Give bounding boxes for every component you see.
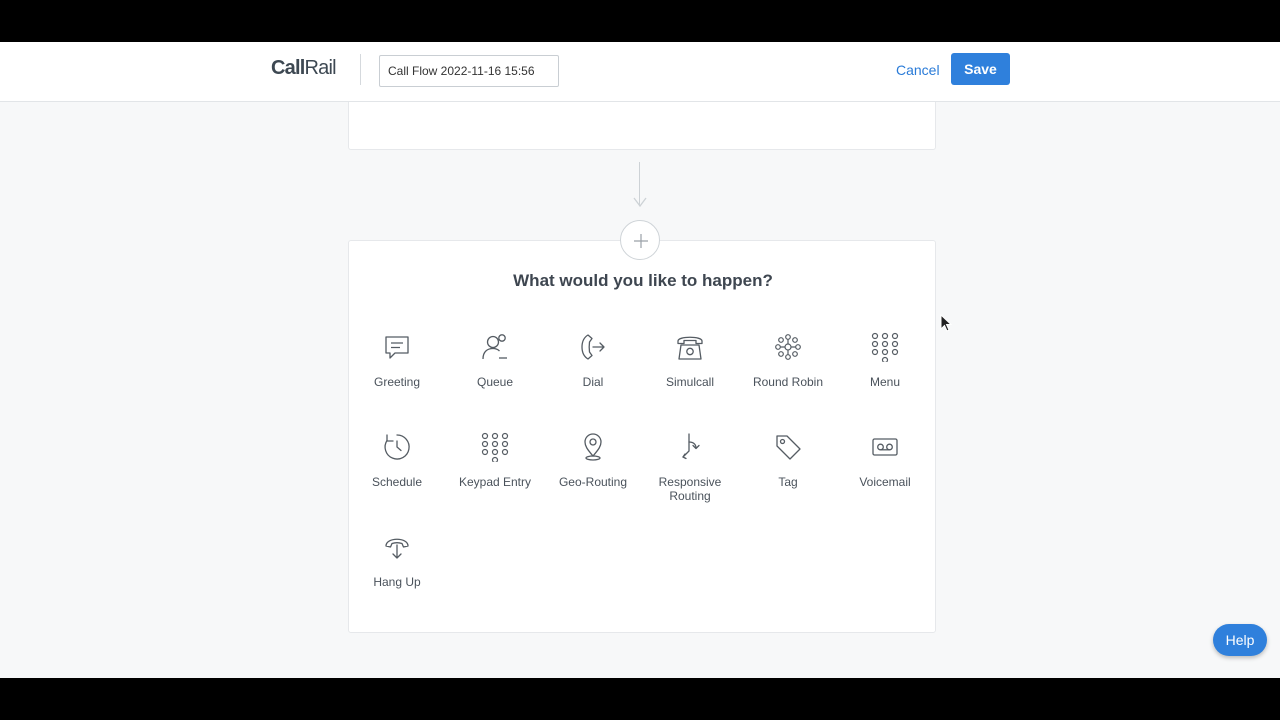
help-button[interactable]: Help [1213, 624, 1267, 656]
top-bar: CallRail Cancel Save [0, 42, 1280, 102]
callrail-logo: CallRail [271, 57, 337, 79]
save-button[interactable]: Save [951, 53, 1010, 85]
option-dial[interactable]: Dial [547, 332, 639, 389]
option-menu[interactable]: Menu [839, 332, 931, 389]
speech-bubble-icon [385, 336, 409, 359]
plus-icon [634, 234, 648, 248]
option-tag[interactable]: Tag [742, 432, 834, 489]
voicemail-icon [872, 438, 898, 456]
option-hang-up[interactable]: Hang Up [351, 532, 443, 589]
map-pin-icon [584, 433, 602, 461]
clock-icon [384, 434, 410, 460]
keypad-icon [481, 432, 509, 462]
option-geo-routing[interactable]: Geo-Routing [547, 432, 639, 489]
hang-up-icon [385, 538, 409, 559]
desk-phone-icon [677, 336, 703, 360]
round-robin-icon [775, 334, 801, 360]
option-queue[interactable]: Queue [449, 332, 541, 389]
arrow-down-icon [633, 197, 647, 208]
option-greeting[interactable]: Greeting [351, 332, 443, 389]
previous-step-card [348, 102, 936, 150]
add-step-button[interactable] [620, 220, 660, 260]
mouse-cursor-icon [940, 314, 953, 332]
option-schedule[interactable]: Schedule [351, 432, 443, 489]
option-simulcall[interactable]: Simulcall [644, 332, 736, 389]
phone-forward-icon [581, 334, 605, 360]
person-queue-icon [482, 334, 507, 360]
option-voicemail[interactable]: Voicemail [839, 432, 931, 489]
step-picker-title: What would you like to happen? [513, 271, 773, 290]
keypad-icon [871, 332, 899, 362]
app-viewport: CallRail Cancel Save What would you like… [0, 42, 1280, 678]
split-arrow-icon [682, 433, 700, 460]
option-keypad-entry[interactable]: Keypad Entry [449, 432, 541, 489]
flow-name-input[interactable] [379, 55, 559, 87]
cancel-button[interactable]: Cancel [896, 61, 940, 79]
option-round-robin[interactable]: Round Robin [742, 332, 834, 389]
logo-divider [360, 54, 361, 85]
option-responsive-routing[interactable]: Responsive Routing [644, 432, 736, 503]
tag-icon [776, 435, 801, 460]
